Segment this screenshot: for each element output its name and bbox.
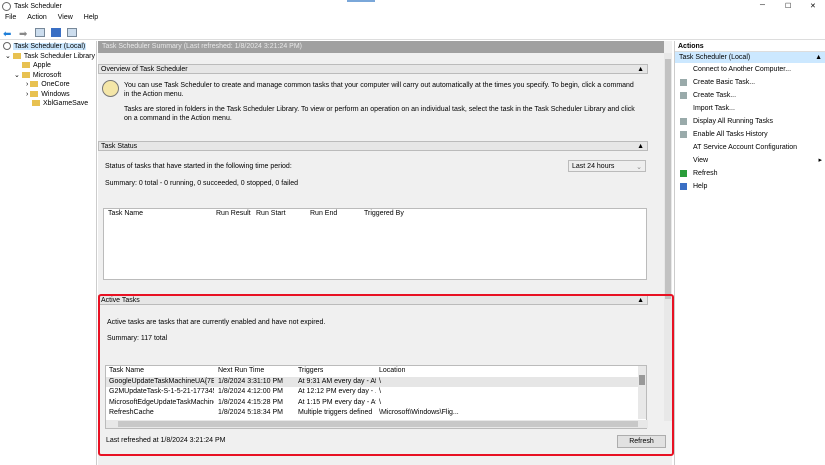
folder-icon xyxy=(30,90,39,97)
folder-icon xyxy=(30,81,39,88)
status-period-label: Status of tasks that have started in the… xyxy=(105,163,292,170)
action-enable-all-tasks-history[interactable]: Enable All Tasks History xyxy=(675,128,825,141)
menu-file[interactable]: File xyxy=(5,14,16,21)
column-header[interactable]: Run Result xyxy=(216,209,251,220)
highlight-box xyxy=(98,294,674,456)
maximize-button[interactable]: ☐ xyxy=(785,2,791,10)
action-connect-to-another-computer[interactable]: Connect to Another Computer... xyxy=(675,63,825,76)
task-status-header[interactable]: Task Status ▲ xyxy=(98,141,648,151)
action-import-task[interactable]: Import Task... xyxy=(675,102,825,115)
action-help[interactable]: Help xyxy=(675,180,825,193)
action-at-service-account-configuration[interactable]: AT Service Account Configuration xyxy=(675,141,825,154)
column-header[interactable]: Run Start xyxy=(256,209,286,220)
collapse-icon[interactable]: ▲ xyxy=(637,142,644,151)
summary-header: Task Scheduler Summary (Last refreshed: … xyxy=(98,41,664,53)
toolbar: ⬅ ➡ xyxy=(0,25,825,40)
collapse-icon[interactable]: ▲ xyxy=(637,65,644,74)
overview-section: Overview of Task Scheduler ▲ You can use … xyxy=(98,64,648,122)
help-icon[interactable] xyxy=(50,28,61,37)
tree-item-root[interactable]: Task Scheduler (Local) xyxy=(0,42,96,52)
table-header: Task Name Run Result Run Start Run End T… xyxy=(104,209,646,220)
tree-item-windows[interactable]: › Windows xyxy=(0,90,96,100)
clock-icon xyxy=(3,42,11,51)
overview-text-1: You can use Task Scheduler to create and… xyxy=(124,82,634,98)
create-basic-task-icon xyxy=(680,79,687,86)
back-icon[interactable]: ⬅ xyxy=(3,29,13,40)
tree-item-xblgamesave[interactable]: XblGameSave xyxy=(0,99,96,109)
show-hide-tree-icon[interactable] xyxy=(34,28,45,37)
actions-title: Actions xyxy=(675,41,825,52)
folder-icon xyxy=(22,62,30,69)
summary-pane: Task Scheduler Summary (Last refreshed: … xyxy=(98,41,674,465)
folder-icon xyxy=(12,52,21,59)
submenu-arrow-icon: ▸ xyxy=(818,157,822,164)
drag-indicator xyxy=(347,0,375,2)
task-status-table: Task Name Run Result Run Start Run End T… xyxy=(103,208,647,280)
action-create-task[interactable]: Create Task... xyxy=(675,89,825,102)
create-task-icon xyxy=(680,92,687,99)
menu-bar: File Action View Help xyxy=(0,14,825,25)
running-tasks-icon xyxy=(680,118,687,125)
clock-icon xyxy=(2,2,11,11)
tree-item-library[interactable]: ⌄ Task Scheduler Library xyxy=(0,52,96,62)
minimize-button[interactable]: ─ xyxy=(760,2,765,9)
action-create-basic-task[interactable]: Create Basic Task... xyxy=(675,76,825,89)
column-header[interactable]: Triggered By xyxy=(364,209,404,220)
overview-header[interactable]: Overview of Task Scheduler ▲ xyxy=(98,64,648,74)
menu-help[interactable]: Help xyxy=(84,14,98,21)
show-hide-action-pane-icon[interactable] xyxy=(66,28,77,37)
column-header[interactable]: Run End xyxy=(310,209,337,220)
title-bar: Task Scheduler ─ ☐ ✕ xyxy=(0,0,825,14)
action-view[interactable]: View ▸ xyxy=(675,154,825,167)
close-button[interactable]: ✕ xyxy=(810,2,816,10)
folder-icon xyxy=(21,71,30,78)
menu-action[interactable]: Action xyxy=(27,14,46,21)
menu-view[interactable]: View xyxy=(58,14,73,21)
period-select[interactable]: Last 24 hours ⌄ xyxy=(568,160,646,172)
actions-group-header[interactable]: Task Scheduler (Local) ▲ xyxy=(675,52,825,63)
forward-icon[interactable]: ➡ xyxy=(19,29,29,40)
column-header[interactable]: Task Name xyxy=(108,209,143,220)
collapse-icon[interactable]: ▲ xyxy=(815,52,822,63)
help-icon xyxy=(680,183,687,190)
clock-icon xyxy=(102,80,119,97)
status-summary: Summary: 0 total - 0 running, 0 succeede… xyxy=(105,180,299,187)
refresh-icon xyxy=(680,170,687,177)
window-title: Task Scheduler xyxy=(14,3,62,10)
action-display-all-running-tasks[interactable]: Display All Running Tasks xyxy=(675,115,825,128)
folder-icon xyxy=(32,100,40,107)
tree-item-onecore[interactable]: › OneCore xyxy=(0,80,96,90)
actions-pane: Actions Task Scheduler (Local) ▲ Connect … xyxy=(674,41,825,465)
tree-item-microsoft[interactable]: ⌄ Microsoft xyxy=(0,71,96,81)
console-tree: Task Scheduler (Local) ⌄ Task Scheduler … xyxy=(0,41,97,465)
history-icon xyxy=(680,131,687,138)
tree-item-apple[interactable]: Apple xyxy=(0,61,96,71)
chevron-down-icon: ⌄ xyxy=(636,164,642,171)
overview-text-2: Tasks are stored in folders in the Task … xyxy=(124,106,635,122)
action-refresh[interactable]: Refresh xyxy=(675,167,825,180)
task-status-section: Task Status ▲ Status of tasks that have s… xyxy=(98,141,648,281)
